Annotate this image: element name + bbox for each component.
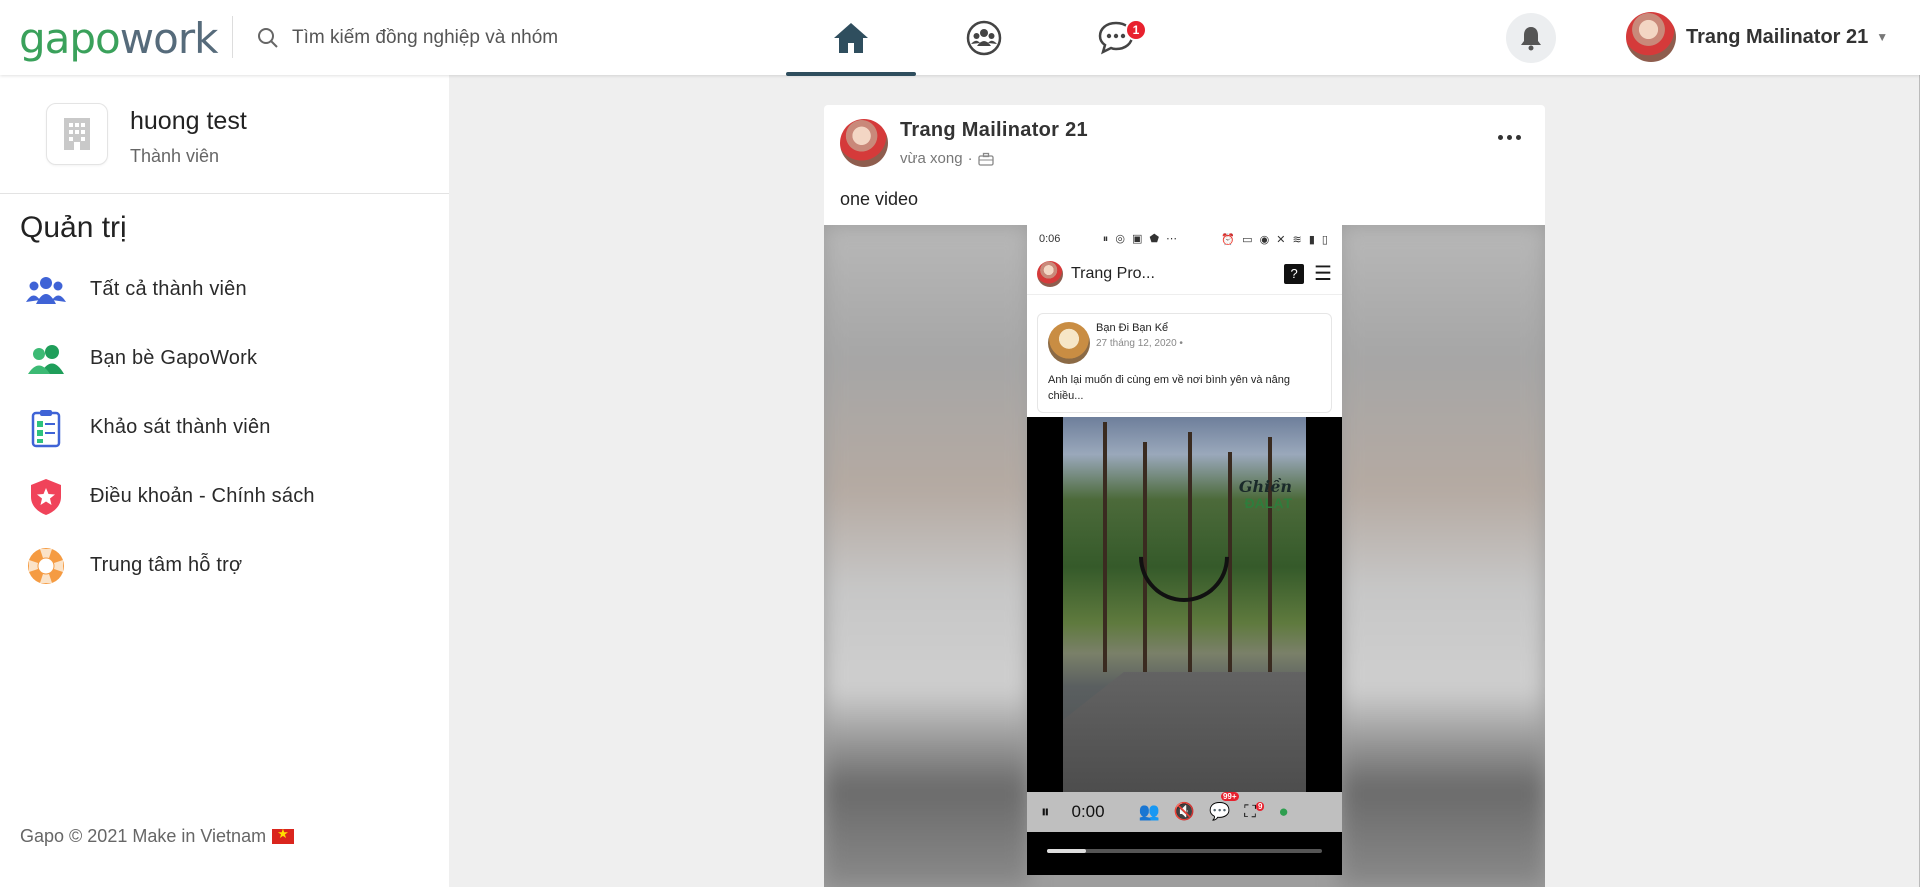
post-video[interactable]: 0:06 ⏸ ◎ ▣ ⬟ ⋯ ⏰ ▭ ◉ ✕ ≋ ▮ ▯ Trang Pro..… — [824, 225, 1545, 887]
author-avatar[interactable] — [840, 119, 888, 167]
inner-video: Ghiền ĐALẠT ⏸ 0:00 👥 🔇 💬 99+ ⛶ 9 ● — [1027, 417, 1342, 875]
video-progress-fill — [1047, 849, 1086, 853]
people-icon: 👥 — [1138, 802, 1160, 821]
friends-icon — [20, 337, 72, 381]
more-options-button[interactable] — [1491, 125, 1527, 149]
search-icon — [258, 28, 278, 48]
search-input[interactable] — [292, 27, 652, 49]
organization-role: Thành viên — [130, 146, 220, 166]
copyright: Gapo © 2021 Make in Vietnam — [20, 826, 295, 847]
phone-status-bar: 0:06 ⏸ ◎ ▣ ⬟ ⋯ ⏰ ▭ ◉ ✕ ≋ ▮ ▯ — [1039, 233, 1330, 246]
tab-home[interactable] — [786, 10, 916, 76]
menu-item-member-survey[interactable]: Khảo sát thành viên — [20, 393, 315, 462]
search-bar[interactable] — [256, 22, 676, 54]
tab-messages[interactable]: 1 — [1081, 10, 1151, 66]
video-controls: ⏸ 0:00 👥 🔇 💬 99+ ⛶ 9 ● — [1027, 792, 1342, 832]
bell-icon — [1521, 27, 1541, 51]
top-bar: gapowork 1 Trang Mailinator 21 ▼ — [0, 0, 1920, 76]
vietnam-flag-icon — [272, 826, 295, 844]
pause-icon[interactable]: ⏸ — [1041, 802, 1050, 822]
menu-item-terms-policy[interactable]: Điều khoản - Chính sách — [20, 462, 315, 531]
gapowork-logo[interactable]: gapowork — [19, 14, 218, 63]
home-icon — [834, 23, 868, 53]
video-progress[interactable] — [1047, 849, 1322, 853]
dalat-watermark: Ghiền ĐALẠT — [1238, 477, 1292, 512]
organization-name: huong test — [130, 107, 247, 135]
video-blur-background — [824, 225, 1029, 887]
phone-app-header: Trang Pro... ? ☰ — [1027, 253, 1342, 295]
divider — [232, 16, 233, 58]
notifications-button[interactable] — [1506, 13, 1556, 63]
user-menu[interactable]: Trang Mailinator 21 ▼ — [1626, 12, 1888, 62]
post-header: Trang Mailinator 21 vừa xong · — [840, 119, 1088, 167]
mute-icon[interactable]: 🔇 — [1174, 802, 1195, 822]
phone-post-card: Bạn Đi Bạn Kể 27 tháng 12, 2020 • Anh lạ… — [1037, 313, 1332, 413]
video-time: 0:00 — [1071, 802, 1105, 821]
user-avatar — [1626, 12, 1676, 62]
admin-menu: Tất cả thành viên Bạn bè GapoWork Khảo s… — [20, 255, 315, 600]
policy-shield-icon — [20, 475, 72, 519]
menu-icon: ☰ — [1314, 263, 1332, 285]
members-icon — [20, 268, 72, 312]
lifebuoy-icon — [20, 544, 72, 588]
video-content[interactable]: 0:06 ⏸ ◎ ▣ ⬟ ⋯ ⏰ ▭ ◉ ✕ ≋ ▮ ▯ Trang Pro..… — [1027, 225, 1342, 875]
survey-icon — [20, 406, 72, 450]
menu-item-all-members[interactable]: Tất cả thành viên — [20, 255, 315, 324]
menu-item-gapowork-friends[interactable]: Bạn bè GapoWork — [20, 324, 315, 393]
groups-icon — [966, 20, 1002, 56]
briefcase-icon — [977, 152, 994, 166]
fullscreen-icon[interactable]: ⛶ 9 — [1244, 802, 1265, 822]
chevron-down-icon: ▼ — [1876, 30, 1889, 44]
feed-post: Trang Mailinator 21 vừa xong · one video… — [824, 105, 1545, 887]
post-text: one video — [840, 189, 919, 209]
chat-bubble-icon: 💬 99+ — [1208, 792, 1239, 821]
section-title: Quản trị — [20, 211, 127, 244]
video-blur-background — [1340, 225, 1545, 887]
messages-badge: 1 — [1125, 19, 1147, 41]
user-name: Trang Mailinator 21 — [1686, 25, 1869, 48]
post-time[interactable]: vừa xong — [900, 150, 963, 167]
organization-header[interactable]: huong test Thành viên — [46, 103, 247, 167]
menu-item-help-center[interactable]: Trung tâm hỗ trợ — [20, 531, 315, 600]
forest-road-scene: Ghiền ĐALẠT — [1063, 417, 1306, 792]
tab-groups[interactable] — [949, 10, 1019, 66]
settings-dot-icon[interactable]: ● — [1278, 802, 1288, 822]
post-author[interactable]: Trang Mailinator 21 — [900, 119, 1088, 142]
help-icon: ? — [1284, 263, 1305, 284]
sidebar: huong test Thành viên Quản trị Tất cả th… — [0, 75, 449, 887]
divider — [0, 193, 449, 194]
building-icon — [46, 103, 108, 165]
